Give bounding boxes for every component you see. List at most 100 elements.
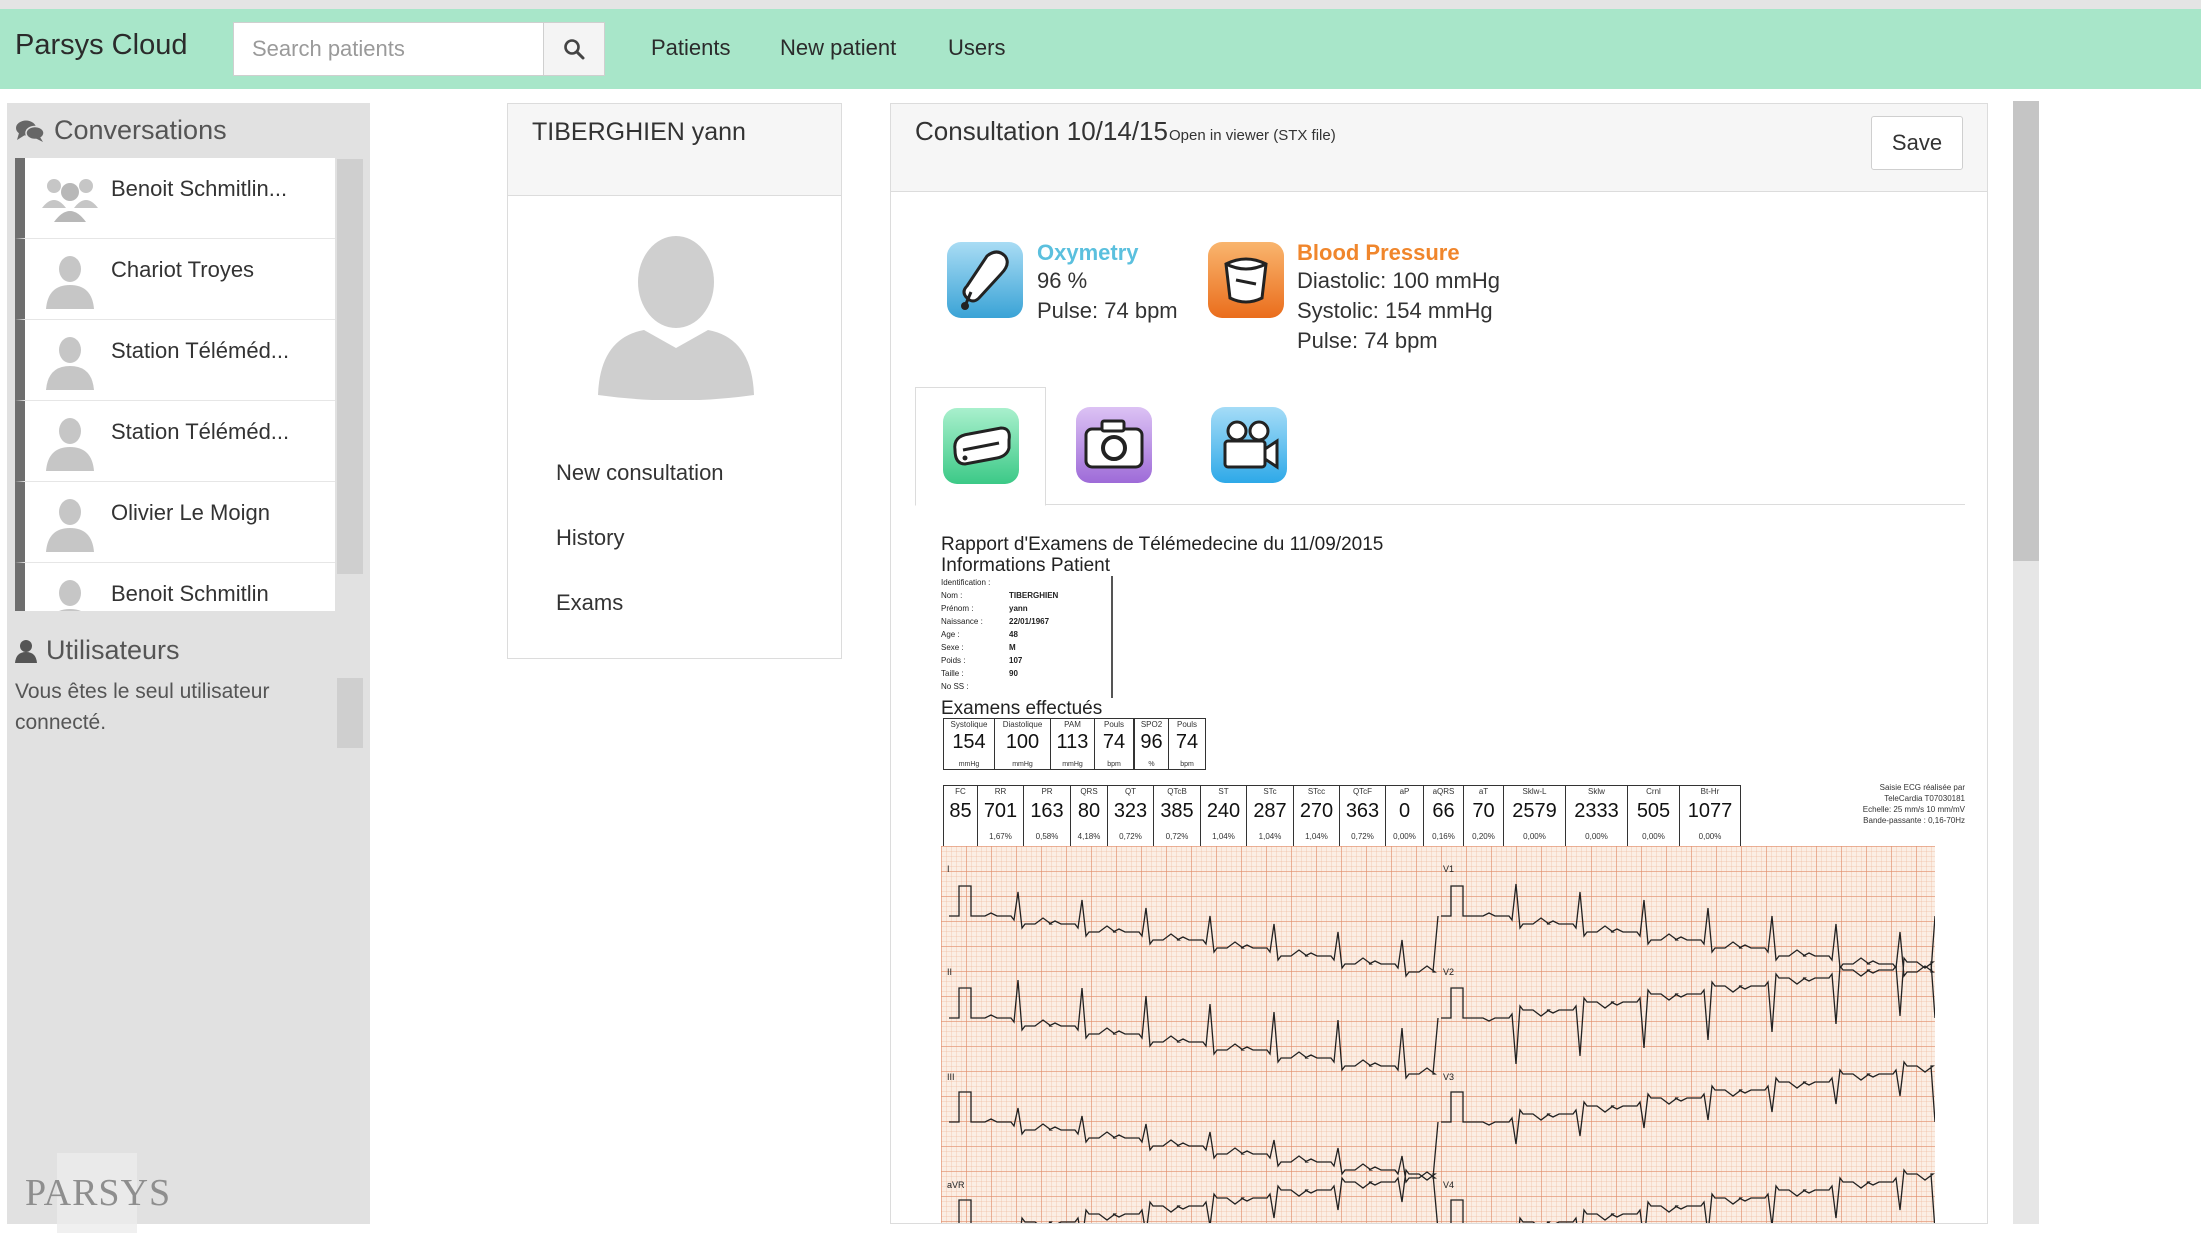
users-scrollbar[interactable] [337,678,363,748]
conversation-item[interactable]: Benoit Schmitlin [15,563,335,611]
conversation-item[interactable]: Chariot Troyes [15,239,335,320]
parsys-logo: PARSYS [17,1153,177,1233]
param-head: Sklw [1588,787,1605,796]
users-status-text: Vous êtes le seul utilisateur connecté. [15,680,270,734]
user-avatar-icon [46,337,94,390]
blood-pressure-pulse: Pulse: 74 bpm [1297,328,1438,353]
search-icon [564,39,585,60]
ecg-acquisition-note: Saisie ECG réalisée par TeleCardia T0703… [1811,782,1965,826]
param-head: aQRS [1432,787,1455,796]
param-value: 85 [949,800,972,822]
conversation-name: Chariot Troyes [111,257,255,282]
nav-new-patient[interactable]: New patient [780,35,896,61]
param-value: 270 [1299,800,1334,822]
param-value: 70 [1472,800,1495,822]
page-scrollbar-thumb[interactable] [2013,101,2039,561]
conversation-name: Station Téléméd... [111,419,290,444]
consultation-title: Consultation 10/14/15 [915,116,1168,146]
vital-cell: Pouls 74 bpm [1095,719,1133,769]
vital-value: 96 [1140,731,1163,753]
blood-pressure-block [1206,240,1286,325]
param-head: aT [1478,787,1489,796]
user-avatar-icon [46,499,94,552]
vital-unit: mmHg [958,761,980,768]
vital-value: 100 [1005,731,1040,753]
vital-head: Diastolique [1002,720,1043,729]
vital-head: SPO2 [1140,720,1163,729]
param-pct: 0,00% [1393,832,1416,841]
vital-cell: Systolique 154 mmHg [944,719,995,769]
search-input[interactable] [233,22,543,76]
ecg-waveform [949,885,1439,978]
param-pct: 0,00% [1523,832,1546,841]
brand-title[interactable]: Parsys Cloud [15,29,187,62]
blood-pressure-table: Systolique 154 mmHg Diastolique 100 mmHg… [943,718,1134,770]
ecg-waveform [949,1091,1439,1184]
oxymetry-values: Oxymetry 96 % Pulse: 74 bpm [1037,240,1178,326]
users-title: Utilisateurs [46,635,180,665]
param-pct: 0,00% [1698,832,1722,841]
param-head: QRS [1080,787,1098,796]
param-value: 240 [1206,800,1241,822]
blood-pressure-systolic: Systolic: 154 mmHg [1297,298,1493,323]
param-value: 66 [1432,800,1455,822]
vital-unit: bpm [1107,761,1121,768]
lead-label: V2 [1443,967,1455,977]
param-head: PR [1041,787,1053,796]
conversation-list: Benoit Schmitlin... Chariot Troyes Stati… [15,158,335,611]
conversation-item[interactable]: Station Téléméd... [15,401,335,482]
info-label: Prénom : [941,604,974,613]
search-group [233,22,605,76]
param-value: 323 [1113,800,1148,822]
conversation-item[interactable]: Olivier Le Moign [15,482,335,563]
lead-label: II [947,967,953,977]
open-in-viewer-link[interactable]: Open in viewer (STX file) [1169,127,1336,144]
user-avatar-icon [46,256,94,309]
info-label: Age : [941,630,960,639]
patient-info-box: Identification : Nom : TIBERGHIEN Prénom… [941,576,1113,698]
video-camera-icon [1211,407,1287,483]
conversation-item[interactable]: Benoit Schmitlin... [15,158,335,239]
ecg-traces [949,883,1935,1223]
menu-exams[interactable]: Exams [556,590,623,616]
consultation-header: Consultation 10/14/15 Open in viewer (ST… [891,104,1987,192]
blood-pressure-diastolic: Diastolic: 100 mmHg [1297,268,1500,293]
tab-ecg[interactable] [915,387,1046,506]
vital-unit: % [1148,761,1155,768]
conversation-scrollbar[interactable] [337,159,363,574]
info-label: Naissance : [941,617,983,626]
param-pct: 0,58% [1035,832,1059,841]
search-button[interactable] [543,22,605,76]
param-value: 80 [1077,800,1101,822]
group-avatar-icon [42,179,98,222]
nav-users[interactable]: Users [948,35,1005,61]
ecg-trace-grid: I II III aVR V1 V2 V3 V4 [941,846,1935,1223]
menu-history[interactable]: History [556,525,624,551]
vital-value: 74 [1102,731,1126,753]
info-label: Taille : [941,669,964,678]
oxymetry-title[interactable]: Oxymetry [1037,240,1178,266]
menu-new-consultation[interactable]: New consultation [556,460,724,486]
blood-pressure-title[interactable]: Blood Pressure [1297,240,1500,266]
camera-icon [1076,407,1152,483]
vital-head: PAM [1064,720,1081,729]
nav-patients[interactable]: Patients [651,35,731,61]
consultation-panel: Consultation 10/14/15 Open in viewer (ST… [890,103,1988,1224]
conversation-item[interactable]: Station Téléméd... [15,320,335,401]
vital-unit: bpm [1180,761,1194,768]
info-value: M [1009,643,1016,652]
lead-label: V1 [1443,864,1455,874]
info-value: TIBERGHIEN [1009,591,1059,600]
conversation-name: Benoit Schmitlin [111,581,269,606]
param-pct: 0,00% [1642,832,1665,841]
param-pct: 0,20% [1472,832,1495,841]
param-head: Sklw-L [1522,787,1547,796]
info-value: 22/01/1967 [1009,617,1050,626]
vital-head: Pouls [1103,720,1124,729]
ecg-device-icon [943,408,1019,484]
param-value: 701 [983,800,1018,822]
logo-text: PARSYS [25,1172,172,1214]
ecg-waveform [1441,883,1935,978]
param-head: ST [1218,787,1229,796]
save-button[interactable]: Save [1871,116,1963,170]
